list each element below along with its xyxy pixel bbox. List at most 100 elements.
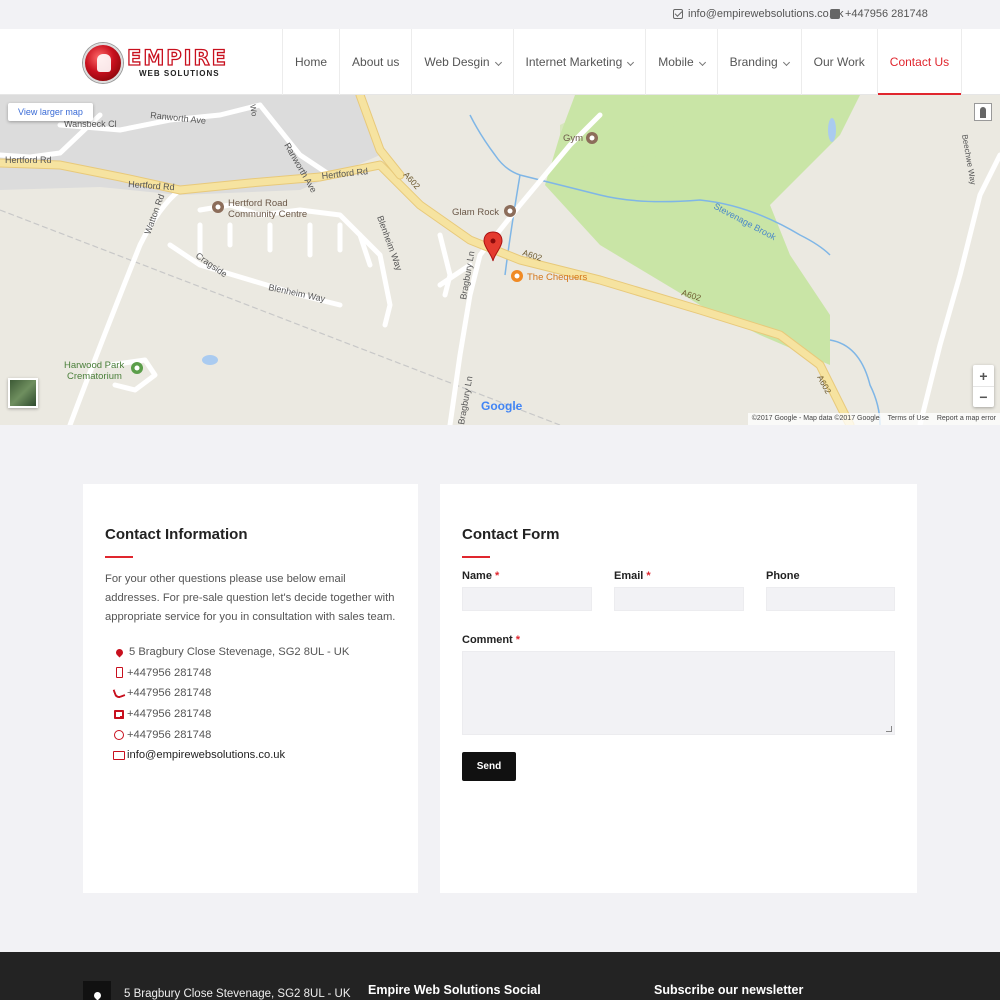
logo-tagline: WEB SOLUTIONS — [139, 69, 220, 78]
footer-address: 5 Bragbury Close Stevenage, SG2 8UL - UK — [124, 988, 351, 1000]
required-mark: * — [494, 570, 500, 582]
chevron-down-icon — [494, 58, 502, 67]
nav-item-branding[interactable]: Branding — [716, 29, 801, 95]
map-canvas[interactable]: Wansbeck Cl Ranworth Ave Hertford Rd Her… — [0, 95, 1000, 425]
phone-icon — [830, 9, 840, 19]
map-pin-icon — [83, 981, 111, 1000]
map-data-attribution: ©2017 Google - Map data ©2017 Google — [751, 415, 880, 422]
top-phone-link[interactable]: +447956 281748 — [830, 8, 928, 20]
contact-info-intro: For your other questions please use belo… — [105, 573, 396, 624]
chevron-down-icon — [627, 58, 635, 67]
map-label: Glam Rock — [452, 207, 499, 218]
map-attribution: ©2017 Google - Map data ©2017 Google Ter… — [747, 413, 1000, 425]
envelope-icon — [673, 9, 683, 19]
phone-input[interactable] — [766, 587, 895, 611]
name-label: Name * — [462, 570, 499, 582]
google-logo: Google — [481, 399, 522, 413]
name-input[interactable] — [462, 587, 592, 611]
address-item: 5 Bragbury Close Stevenage, SG2 8UL - UK — [113, 642, 349, 663]
contact-details-list: 5 Bragbury Close Stevenage, SG2 8UL - UK… — [113, 642, 349, 766]
title-underline — [462, 556, 490, 558]
nav-item-web-design[interactable]: Web Desgin — [411, 29, 512, 95]
mobile-icon — [113, 667, 125, 679]
view-larger-map-link[interactable]: View larger map — [8, 103, 93, 121]
fax-text: +447956 281748 — [127, 708, 212, 721]
google-logo-text: Google — [481, 399, 523, 413]
nav-label: Web Desgin — [424, 55, 490, 69]
nav-label: Internet Marketing — [525, 55, 623, 69]
required-mark: * — [515, 634, 521, 646]
mobile-text[interactable]: +447956 281748 — [127, 667, 211, 679]
map-label: Community Centre — [228, 209, 307, 220]
chevron-down-icon — [782, 58, 790, 67]
nav-item-internet-marketing[interactable]: Internet Marketing — [512, 29, 646, 95]
footer-social-title: Empire Web Solutions Social — [368, 983, 541, 997]
map-label: Beechwe Way — [960, 134, 978, 186]
title-underline — [105, 556, 133, 558]
map-terms-link[interactable]: Terms of Use — [888, 415, 929, 423]
whatsapp-item: +447956 281748 — [113, 724, 349, 745]
nav-item-contact-us[interactable]: Contact Us — [876, 29, 963, 95]
comment-textarea[interactable] — [462, 651, 895, 735]
whatsapp-text[interactable]: +447956 281748 — [127, 729, 211, 741]
email-link[interactable]: info@empirewebsolutions.co.uk — [127, 749, 285, 761]
envelope-icon — [113, 749, 125, 761]
nav-item-home[interactable]: Home — [282, 29, 339, 95]
top-phone-text[interactable]: +447956 281748 — [845, 8, 928, 20]
map-label: The Chequers — [527, 272, 587, 283]
map-label: Harwood Park — [64, 360, 124, 371]
map-label: Bragbury Ln — [456, 375, 474, 425]
phone-label-text: Phone — [766, 570, 800, 582]
map-label: Gym — [563, 133, 583, 144]
map-label: Hertford Road — [228, 198, 288, 209]
comment-label: Comment * — [462, 634, 520, 646]
map-label: Crematorium — [67, 371, 122, 382]
nav-label: About us — [352, 55, 400, 69]
email-item: info@empirewebsolutions.co.uk — [113, 745, 349, 766]
top-bar: info@empirewebsolutions.co.uk +447956 28… — [0, 0, 1000, 29]
top-email-link[interactable]: info@empirewebsolutions.co.uk — [673, 8, 843, 20]
address-text: 5 Bragbury Close Stevenage, SG2 8UL - UK — [129, 646, 350, 659]
satellite-toggle-button[interactable] — [8, 378, 38, 408]
location-map[interactable]: Wansbeck Cl Ranworth Ave Hertford Rd Her… — [0, 95, 1000, 425]
zoom-in-button[interactable]: + — [973, 365, 994, 386]
chevron-down-icon — [698, 58, 706, 67]
email-input[interactable] — [614, 587, 744, 611]
nav-item-our-work[interactable]: Our Work — [800, 29, 877, 95]
name-label-text: Name — [462, 570, 492, 582]
required-mark: * — [646, 570, 651, 582]
mobile-item: +447956 281748 — [113, 663, 349, 684]
logo-wordmark: EMPIRE — [126, 45, 228, 70]
fax-icon — [113, 708, 125, 720]
map-label: Watton Rd — [142, 193, 166, 236]
top-email-text[interactable]: info@empirewebsolutions.co.uk — [688, 8, 843, 20]
map-report-link[interactable]: Report a map error — [937, 415, 996, 423]
site-header: EMPIRE WEB SOLUTIONS Home About us Web D… — [0, 29, 1000, 95]
footer-newsletter-title: Subscribe our newsletter — [654, 983, 804, 997]
phone-item: +447956 281748 — [113, 683, 349, 704]
nav-item-about-us[interactable]: About us — [339, 29, 411, 95]
nav-label: Home — [295, 55, 328, 69]
main-nav: Home About us Web Desgin Internet Market… — [282, 29, 963, 95]
nav-label: Contact Us — [889, 55, 950, 69]
phone-text[interactable]: +447956 281748 — [127, 687, 211, 699]
nav-label: Our Work — [813, 55, 865, 69]
contact-form-title: Contact Form — [462, 526, 560, 543]
map-label: Hertford Rd — [5, 155, 52, 165]
map-label: Blenheim Way — [268, 282, 327, 304]
site-footer: 5 Bragbury Close Stevenage, SG2 8UL - UK… — [0, 952, 1000, 1000]
nav-item-mobile[interactable]: Mobile — [645, 29, 716, 95]
map-pin-icon — [113, 646, 125, 658]
contact-form-card: Contact Form Name * Email * Phone Comment *… — [440, 484, 917, 893]
send-button[interactable]: Send — [462, 752, 516, 781]
contact-info-title: Contact Information — [105, 526, 248, 543]
nav-label: Mobile — [658, 55, 694, 69]
phone-icon — [113, 687, 125, 699]
phone-label: Phone — [766, 570, 800, 582]
site-logo[interactable]: EMPIRE WEB SOLUTIONS — [83, 43, 233, 83]
pegman-icon[interactable] — [974, 103, 992, 121]
whatsapp-icon — [113, 729, 125, 741]
nav-label: Branding — [729, 55, 778, 69]
map-zoom-control: + − — [973, 365, 994, 407]
zoom-out-button[interactable]: − — [973, 386, 994, 407]
